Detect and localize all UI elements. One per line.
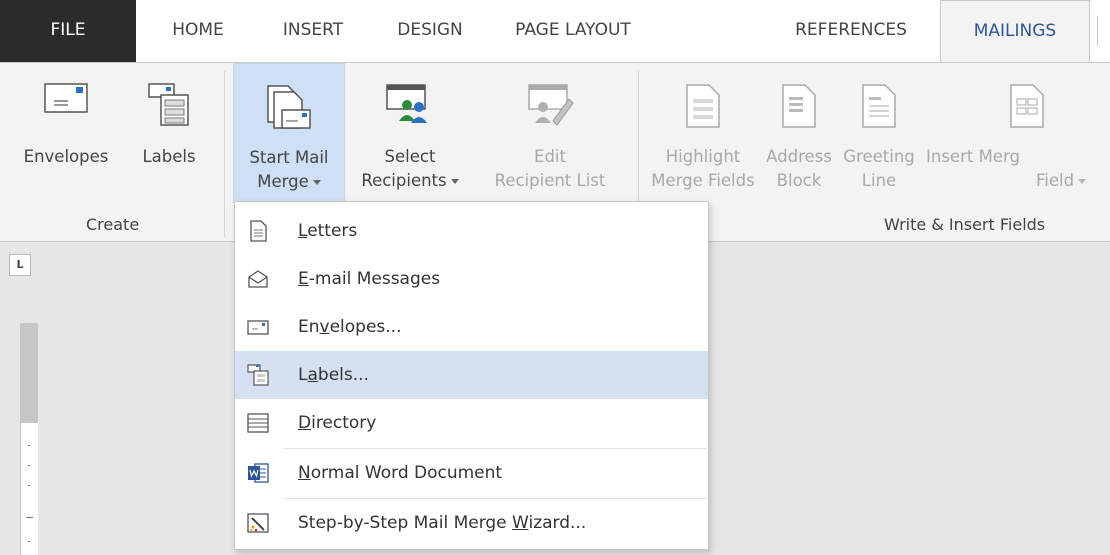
start-mail-merge-icon bbox=[266, 84, 312, 134]
labels-icon bbox=[246, 363, 270, 387]
menu-access-key: a bbox=[307, 365, 318, 385]
ruler-tick bbox=[28, 445, 30, 446]
labels-label: Labels bbox=[142, 147, 196, 166]
tab-references[interactable]: REFERENCES bbox=[776, 0, 926, 62]
envelope-icon bbox=[246, 315, 270, 339]
tab-insert[interactable]: INSERT bbox=[262, 0, 364, 62]
ribbon-tab-bar: FILE HOME INSERT DESIGN PAGE LAYOUT REFE… bbox=[0, 0, 1110, 63]
wizard-icon bbox=[246, 511, 270, 535]
menu-item-letters[interactable]: Letters bbox=[235, 207, 708, 255]
greeting-line-button[interactable]: Greeting Line bbox=[838, 63, 920, 203]
insert-merge-field-label-line2: Field bbox=[1036, 171, 1075, 190]
menu-item-envelopes[interactable]: Envelopes... bbox=[235, 303, 708, 351]
tab-edge bbox=[1097, 16, 1098, 46]
menu-label-after: etters bbox=[307, 221, 358, 241]
menu-label-after: irectory bbox=[311, 413, 377, 433]
menu-label-before: En bbox=[298, 317, 320, 337]
envelopes-label: Envelopes bbox=[23, 147, 109, 166]
envelope-icon bbox=[44, 83, 88, 117]
insert-merge-field-icon bbox=[1009, 83, 1045, 133]
tab-mailings[interactable]: MAILINGS bbox=[940, 0, 1090, 63]
ruler-tick bbox=[28, 541, 30, 542]
highlight-merge-fields-icon bbox=[685, 83, 721, 133]
menu-label-after: -mail Messages bbox=[308, 269, 441, 289]
tab-file[interactable]: FILE bbox=[0, 0, 136, 62]
menu-access-key: v bbox=[319, 317, 330, 337]
address-block-button[interactable]: Address Block bbox=[760, 63, 838, 203]
select-recipients-label-line1: Select bbox=[384, 147, 436, 166]
menu-label-after: elopes... bbox=[329, 317, 402, 337]
menu-label-after: izard... bbox=[528, 513, 587, 533]
select-recipients-label-line2: Recipients bbox=[361, 171, 447, 190]
edit-recipient-list-button[interactable]: Edit Recipient List bbox=[474, 63, 626, 203]
menu-access-key: E bbox=[298, 269, 309, 289]
ruler-tick bbox=[28, 465, 30, 466]
directory-icon bbox=[246, 411, 270, 435]
tab-design[interactable]: DESIGN bbox=[378, 0, 482, 62]
tab-home[interactable]: HOME bbox=[148, 0, 248, 62]
menu-item-directory[interactable]: Directory bbox=[235, 399, 708, 447]
insert-merge-field-label-line1: Insert Merg bbox=[926, 147, 1020, 166]
menu-label-after: ormal Word Document bbox=[310, 463, 503, 483]
vertical-ruler-margin bbox=[20, 323, 38, 423]
menu-item-email-messages[interactable]: E-mail Messages bbox=[235, 255, 708, 303]
address-block-icon bbox=[781, 83, 817, 133]
group-separator bbox=[224, 71, 225, 237]
edit-recipient-list-label-line2: Recipient List bbox=[494, 171, 606, 190]
ruler-tick bbox=[28, 485, 30, 486]
menu-access-key: D bbox=[298, 413, 312, 433]
vertical-ruler bbox=[20, 423, 38, 555]
letter-icon bbox=[246, 219, 270, 243]
select-recipients-icon bbox=[385, 83, 435, 131]
menu-access-key: W bbox=[512, 513, 529, 533]
start-mail-merge-button[interactable]: Start Mail Merge bbox=[233, 63, 345, 203]
start-mail-merge-label-line2: Merge bbox=[257, 172, 309, 191]
menu-item-mail-merge-wizard[interactable]: Step-by-Step Mail Merge Wizard... bbox=[235, 499, 708, 547]
labels-button[interactable]: Labels bbox=[126, 63, 212, 203]
group-label-write-insert: Write & Insert Fields bbox=[884, 215, 1046, 234]
highlight-merge-fields-label-line1: Highlight bbox=[665, 147, 741, 166]
tab-page-layout[interactable]: PAGE LAYOUT bbox=[493, 0, 653, 62]
word-document-icon bbox=[246, 461, 270, 485]
greeting-line-label-line2: Line bbox=[861, 171, 897, 190]
chevron-down-icon bbox=[312, 180, 321, 185]
insert-merge-field-button[interactable]: Insert Merg Field bbox=[922, 63, 1110, 203]
labels-icon bbox=[148, 83, 190, 131]
edit-recipient-list-label-line1: Edit bbox=[534, 147, 566, 166]
highlight-merge-fields-label-line2: Merge Fields bbox=[651, 171, 755, 190]
greeting-line-label-line1: Greeting bbox=[843, 147, 915, 166]
address-block-label-line1: Address bbox=[766, 147, 832, 166]
greeting-line-icon bbox=[861, 83, 897, 133]
menu-label-before: Step-by-Step Mail Merge bbox=[298, 513, 513, 533]
ruler-tick bbox=[26, 517, 33, 518]
group-label-create: Create bbox=[86, 215, 140, 234]
address-block-label-line2: Block bbox=[776, 171, 822, 190]
menu-access-key: L bbox=[298, 221, 308, 241]
menu-access-key: N bbox=[298, 463, 311, 483]
edit-recipient-list-icon bbox=[525, 83, 575, 131]
chevron-down-icon bbox=[1078, 179, 1087, 184]
start-mail-merge-label-line1: Start Mail bbox=[249, 148, 329, 167]
highlight-merge-fields-button[interactable]: Highlight Merge Fields bbox=[646, 63, 760, 203]
menu-label-after: bels... bbox=[317, 365, 369, 385]
menu-item-normal-word-document[interactable]: Normal Word Document bbox=[235, 449, 708, 497]
select-recipients-button[interactable]: Select Recipients bbox=[346, 63, 474, 203]
email-icon bbox=[246, 267, 270, 291]
envelopes-button[interactable]: Envelopes bbox=[6, 63, 126, 203]
start-mail-merge-menu: Letters E-mail Messages Envelopes... Lab… bbox=[234, 201, 709, 550]
chevron-down-icon bbox=[450, 179, 459, 184]
ruler-tab-selector[interactable]: L bbox=[9, 254, 31, 276]
menu-item-labels[interactable]: Labels... bbox=[235, 351, 708, 399]
